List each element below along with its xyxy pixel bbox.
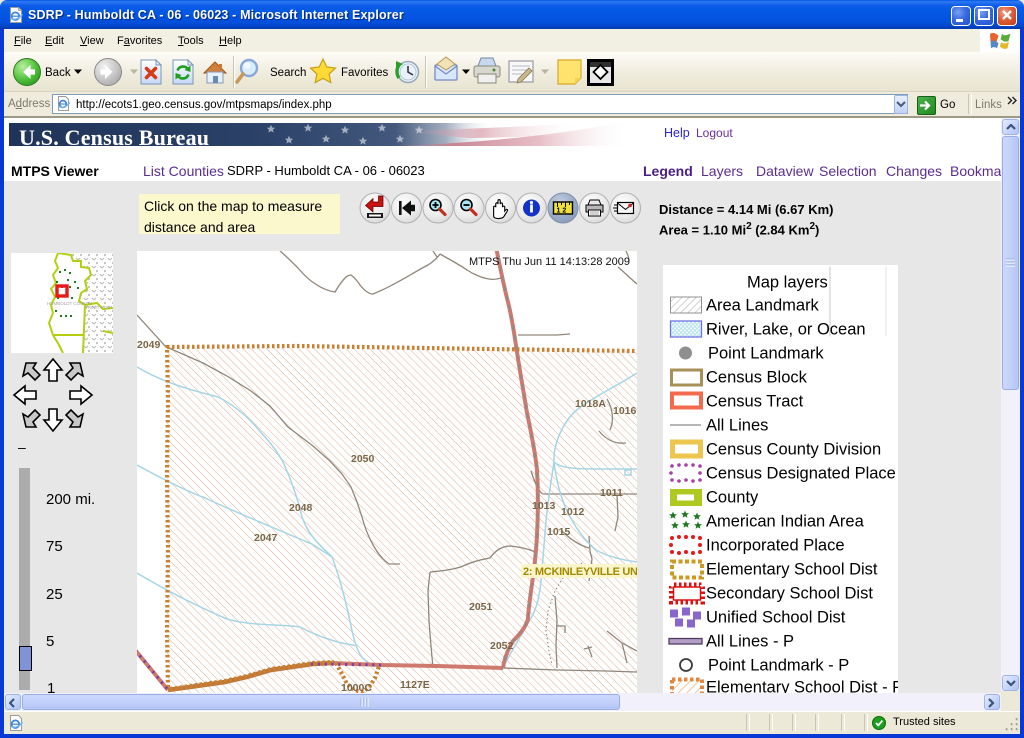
- svg-text:1011: 1011: [600, 487, 623, 499]
- svg-text:Census Designated Place: Census Designated Place: [706, 465, 896, 483]
- svg-text:Census County Division: Census County Division: [706, 441, 881, 459]
- svg-text:Point Landmark - P: Point Landmark - P: [708, 657, 849, 675]
- svg-text:Map layers: Map layers: [747, 274, 828, 292]
- svg-text:Elementary School Dist - P: Elementary School Dist - P: [706, 679, 898, 694]
- svg-text:1000C: 1000C: [341, 682, 372, 693]
- svg-text:MTPS Thu Jun 11 14:13:28 2009: MTPS Thu Jun 11 14:13:28 2009: [469, 256, 630, 268]
- svg-text:River, Lake, or Ocean: River, Lake, or Ocean: [706, 321, 866, 339]
- svg-text:Back: Back: [45, 67, 71, 79]
- svg-text:Point Landmark: Point Landmark: [708, 345, 824, 363]
- svg-text:Elementary School Dist: Elementary School Dist: [706, 561, 878, 579]
- svg-text:2048: 2048: [289, 502, 313, 514]
- svg-text:County: County: [706, 489, 759, 507]
- svg-text:Search: Search: [270, 67, 306, 79]
- svg-text:Area Landmark: Area Landmark: [706, 297, 820, 315]
- svg-text:1012: 1012: [561, 506, 585, 518]
- svg-text:All Lines: All Lines: [706, 417, 768, 435]
- svg-text:1018A: 1018A: [575, 398, 606, 410]
- svg-text:1015: 1015: [547, 526, 571, 538]
- svg-text:Unified School Dist: Unified School Dist: [706, 609, 846, 627]
- svg-text:All Lines - P: All Lines - P: [706, 633, 794, 651]
- svg-text:2050: 2050: [351, 453, 375, 465]
- svg-text:TRINITY CO: TRINITY CO: [85, 305, 111, 310]
- svg-text:Census Block: Census Block: [706, 369, 808, 387]
- svg-text:2049: 2049: [137, 339, 161, 351]
- svg-text:2052: 2052: [490, 640, 514, 652]
- svg-text:American Indian Area: American Indian Area: [706, 513, 865, 531]
- svg-text:Favorites: Favorites: [341, 67, 389, 79]
- svg-text:2047: 2047: [254, 532, 278, 544]
- svg-text:1016: 1016: [613, 405, 637, 417]
- svg-text:2: MCKINLEYVILLE UNION SD: 2: MCKINLEYVILLE UNION SD: [523, 566, 637, 578]
- svg-text:1013: 1013: [532, 500, 556, 512]
- svg-text:Incorporated Place: Incorporated Place: [706, 537, 845, 555]
- svg-text:1127E: 1127E: [400, 679, 430, 691]
- svg-text:1 2: 1 2: [557, 208, 567, 215]
- svg-text:Census Tract: Census Tract: [706, 393, 804, 411]
- svg-text:Secondary School Dist: Secondary School Dist: [706, 585, 873, 603]
- svg-text:2051: 2051: [469, 601, 493, 613]
